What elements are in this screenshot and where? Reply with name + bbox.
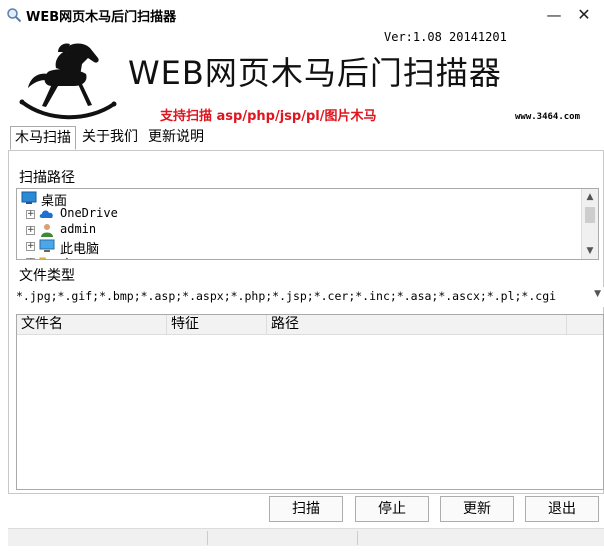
folder-tree[interactable]: 桌面 + OneDrive + admin + 此电脑 ▲ ▼	[16, 188, 599, 260]
status-segment	[208, 531, 358, 545]
column-header-signature[interactable]: 特征	[167, 315, 267, 335]
column-header-path[interactable]: 路径	[267, 315, 567, 335]
tree-item-onedrive[interactable]: + OneDrive	[17, 206, 577, 222]
tree-scrollbar[interactable]: ▲ ▼	[581, 189, 598, 259]
status-bar	[8, 528, 604, 546]
file-type-combobox[interactable]: *.jpg;*.gif;*.bmp;*.asp;*.aspx;*.php;*.j…	[16, 287, 604, 307]
update-button[interactable]: 更新	[440, 496, 514, 522]
rocking-horse-logo	[19, 43, 117, 120]
tree-item-label: admin	[60, 222, 97, 236]
expand-toggle-icon[interactable]: +	[26, 226, 35, 235]
tab-update-notes[interactable]: 更新说明	[144, 126, 208, 150]
website-url: www.3464.com	[515, 112, 581, 122]
scan-path-label: 扫描路径	[19, 170, 75, 186]
chevron-down-icon[interactable]: ▼	[594, 289, 601, 299]
version-label: Ver:1.08 20141201	[384, 30, 507, 44]
expand-toggle-icon[interactable]: +	[26, 242, 35, 251]
tab-about-us[interactable]: 关于我们	[78, 126, 142, 150]
tree-item-label: 库	[60, 254, 73, 259]
table-header: 文件名 特征 路径	[17, 315, 603, 335]
magnifier-app-icon	[7, 8, 22, 23]
folder-icon	[39, 257, 47, 259]
close-button[interactable]: ✕	[570, 0, 598, 30]
expand-toggle-icon[interactable]: +	[26, 210, 35, 219]
tree-item-this-pc[interactable]: + 此电脑	[17, 238, 577, 257]
banner-subtitle: 支持扫描 asp/php/jsp/pl/图片木马	[160, 109, 377, 124]
tab-trojan-scan[interactable]: 木马扫描	[10, 126, 76, 150]
scroll-down-icon[interactable]: ▼	[582, 243, 598, 259]
tree-item-library[interactable]: + 库	[17, 254, 577, 259]
tree-item-label: OneDrive	[60, 206, 118, 220]
file-type-label: 文件类型	[19, 268, 75, 284]
scan-panel: 扫描路径 桌面 + OneDrive + admin + 此电脑 ▲ ▼ 文件类…	[8, 150, 604, 494]
scroll-thumb[interactable]	[585, 207, 595, 223]
tree-item-desktop[interactable]: 桌面	[17, 190, 577, 209]
computer-icon	[39, 239, 55, 252]
desktop-icon	[21, 191, 37, 204]
tree-item-admin[interactable]: + admin	[17, 222, 577, 238]
scan-button[interactable]: 扫描	[269, 496, 343, 522]
window-title: WEB网页木马后门扫描器	[26, 10, 177, 25]
stop-button[interactable]: 停止	[355, 496, 429, 522]
exit-button[interactable]: 退出	[525, 496, 599, 522]
expand-toggle-icon[interactable]: +	[26, 258, 35, 259]
banner-title: WEB网页木马后门扫描器	[128, 54, 502, 92]
title-bar: WEB网页木马后门扫描器 — ✕	[0, 0, 604, 30]
user-icon	[41, 224, 53, 237]
minimize-button[interactable]: —	[540, 0, 568, 30]
column-header-filename[interactable]: 文件名	[17, 315, 167, 335]
tab-strip: 木马扫描 关于我们 更新说明	[10, 126, 210, 150]
cloud-icon	[39, 210, 53, 218]
status-segment	[8, 531, 208, 545]
banner: Ver:1.08 20141201 WEB网页木马后门扫描器 支持扫描 asp/…	[0, 30, 604, 126]
results-table[interactable]: 文件名 特征 路径	[16, 314, 604, 490]
file-type-value: *.jpg;*.gif;*.bmp;*.asp;*.aspx;*.php;*.j…	[16, 289, 557, 303]
scroll-up-icon[interactable]: ▲	[582, 189, 598, 205]
